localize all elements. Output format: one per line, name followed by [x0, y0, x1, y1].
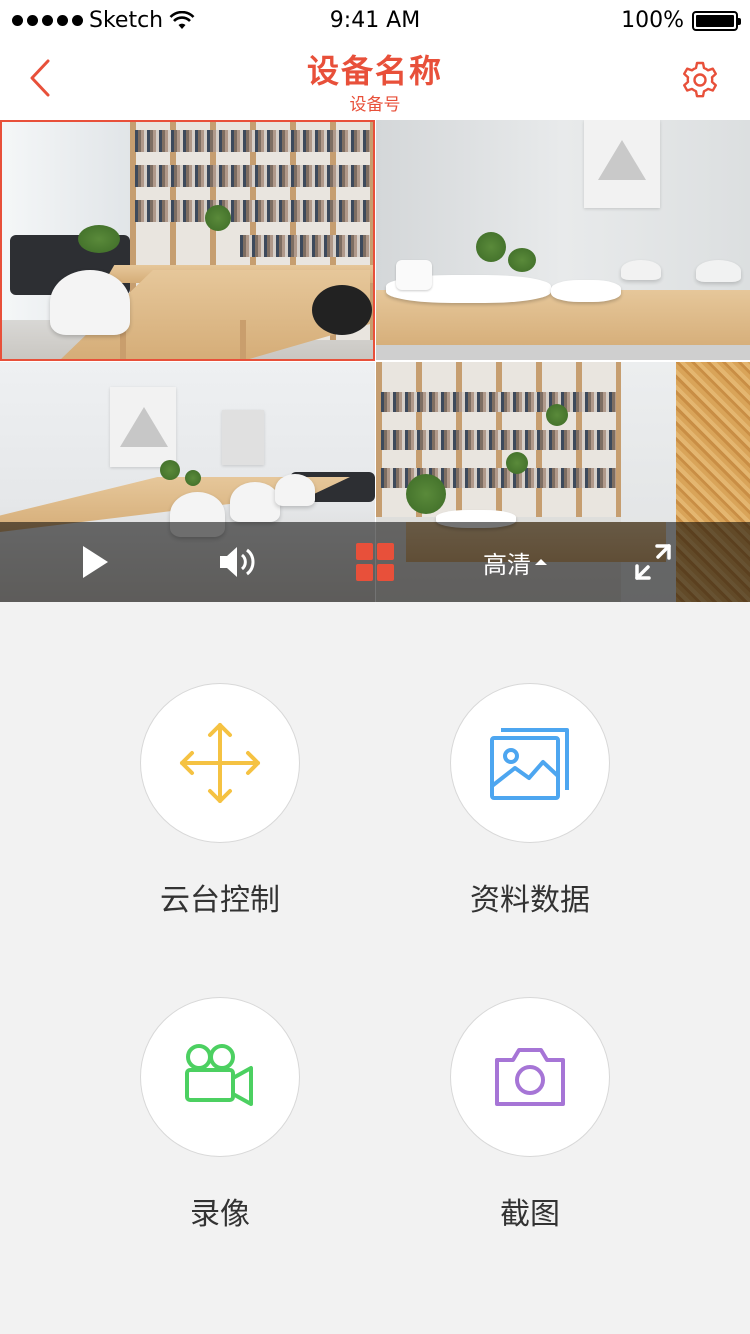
video-control-bar: 高清	[0, 522, 750, 602]
grid-layout-icon	[356, 543, 394, 581]
feature-pan-tilt-control[interactable]: 云台控制	[110, 683, 330, 919]
image-gallery-icon	[490, 728, 569, 800]
device-number: 设备号	[349, 95, 401, 115]
gear-icon	[683, 61, 717, 98]
volume-button[interactable]	[212, 540, 262, 584]
battery-percentage: 100%	[621, 8, 684, 33]
navigation-bar: 设备名称 设备号	[0, 40, 750, 120]
video-camera-icon	[185, 1044, 253, 1106]
feature-icon-circle	[450, 683, 610, 843]
feature-label: 截图	[500, 1197, 560, 1232]
fullscreen-icon	[635, 544, 671, 580]
feature-icon-circle	[450, 997, 610, 1157]
feature-label: 资料数据	[470, 883, 590, 918]
pan-tilt-arrows-icon	[180, 723, 260, 803]
settings-button[interactable]	[680, 60, 720, 100]
feature-icon-circle	[140, 997, 300, 1157]
feature-label: 录像	[190, 1197, 250, 1232]
camera-feed-2[interactable]	[376, 120, 750, 360]
camera-icon	[495, 1048, 565, 1106]
feature-data-files[interactable]: 资料数据	[420, 683, 640, 919]
fullscreen-button[interactable]	[628, 540, 678, 584]
status-bar: Sketch 9:41 AM 100%	[0, 0, 750, 40]
quality-selector[interactable]: 高清	[470, 540, 560, 584]
battery-status: 100%	[621, 8, 741, 33]
play-button[interactable]	[70, 540, 120, 584]
caret-up-icon	[535, 559, 547, 565]
play-icon	[83, 546, 108, 578]
feature-screenshot[interactable]: 截图	[420, 997, 640, 1233]
page-title: 设备名称	[306, 52, 443, 90]
layout-button[interactable]	[352, 540, 398, 584]
video-grid: 高清	[0, 120, 750, 602]
feature-record-video[interactable]: 录像	[110, 997, 330, 1233]
feature-icon-circle	[140, 683, 300, 843]
feature-label: 云台控制	[160, 883, 280, 918]
quality-label: 高清	[483, 550, 531, 579]
battery-icon	[692, 10, 741, 31]
camera-feed-1[interactable]	[0, 120, 375, 361]
speaker-icon	[220, 547, 255, 577]
